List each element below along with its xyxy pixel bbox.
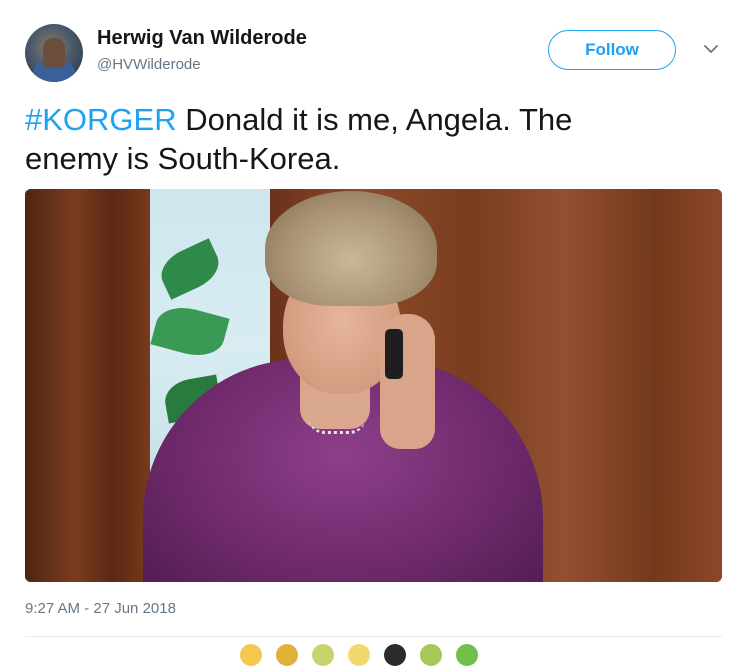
wood-panel-left bbox=[25, 189, 150, 582]
liker-avatar[interactable] bbox=[312, 644, 334, 666]
person-hair bbox=[265, 191, 437, 306]
author-name[interactable]: Herwig Van Wilderode bbox=[97, 27, 307, 50]
hashtag-link[interactable]: #KORGER bbox=[25, 102, 177, 137]
liker-avatar[interactable] bbox=[276, 644, 298, 666]
liker-avatar[interactable] bbox=[240, 644, 262, 666]
liker-avatar[interactable] bbox=[456, 644, 478, 666]
author-avatar[interactable] bbox=[25, 24, 83, 82]
author-handle[interactable]: @HVWilderode bbox=[97, 56, 201, 73]
liked-by-avatars[interactable] bbox=[240, 644, 478, 666]
tweet-text-line1: Donald it is me, Angela. The bbox=[176, 102, 573, 137]
mobile-phone bbox=[385, 329, 403, 379]
liker-avatar[interactable] bbox=[384, 644, 406, 666]
avatar-figure-head bbox=[43, 38, 65, 68]
tweet-text-line2: enemy is South-Korea. bbox=[25, 141, 341, 176]
divider bbox=[25, 636, 722, 637]
tweet-photo[interactable] bbox=[25, 189, 722, 582]
tweet-text: #KORGER Donald it is me, Angela. The ene… bbox=[25, 100, 705, 178]
person-necklace bbox=[308, 417, 366, 434]
liker-avatar[interactable] bbox=[348, 644, 370, 666]
tweet-timestamp[interactable]: 9:27 AM - 27 Jun 2018 bbox=[25, 600, 176, 617]
follow-button[interactable]: Follow bbox=[548, 30, 676, 70]
liker-avatar[interactable] bbox=[420, 644, 442, 666]
chevron-down-icon[interactable] bbox=[702, 40, 720, 58]
